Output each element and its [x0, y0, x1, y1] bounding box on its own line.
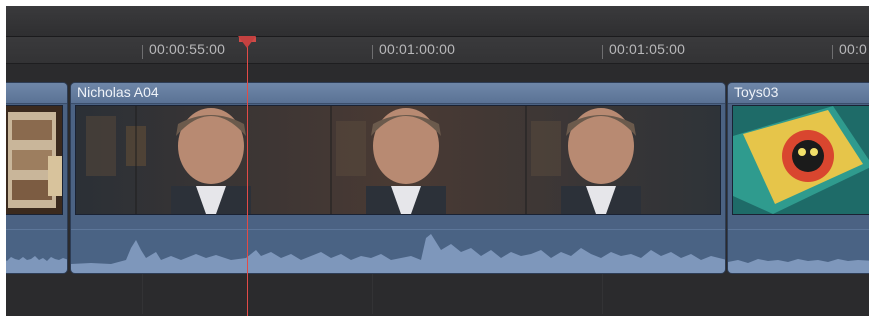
time-ruler[interactable]: 00:00:55:00 00:01:00:00 00:01:05:00 00:0: [6, 37, 869, 64]
clip-toys03[interactable]: Toys03: [727, 82, 869, 274]
ruler-label: 00:01:00:00: [379, 41, 456, 57]
clip-filmstrip: [75, 105, 721, 215]
clip-nicholas-a04[interactable]: Nicholas A04: [70, 82, 726, 274]
clip-previous[interactable]: [6, 82, 68, 274]
ruler-label: 00:00:55:00: [149, 41, 226, 57]
clip-header: Nicholas A04: [71, 83, 725, 104]
ruler-tick: [832, 45, 833, 59]
clip-title: Toys03: [734, 84, 779, 100]
timeline-toolbar: [6, 6, 869, 37]
ruler-tick: [372, 45, 373, 59]
clip-filmstrip: [732, 105, 869, 215]
clip-audio: [71, 229, 725, 273]
clip-audio: [728, 229, 869, 273]
clip-header: [6, 83, 67, 104]
clip-filmstrip: [6, 105, 63, 215]
playhead-line[interactable]: [247, 42, 248, 316]
ruler-label: 00:0: [839, 41, 868, 57]
ruler-tick: [142, 45, 143, 59]
ruler-label: 00:01:05:00: [609, 41, 686, 57]
toy-box-thumbnail: [733, 106, 869, 214]
ruler-tick: [602, 45, 603, 59]
clip-title: Nicholas A04: [77, 84, 159, 100]
timeline-window: 00:00:55:00 00:01:00:00 00:01:05:00 00:0: [6, 6, 869, 316]
audio-waveform: [71, 234, 725, 273]
interview-thumbnails: [76, 106, 720, 214]
bookshelf-thumbnail: [6, 106, 62, 214]
clip-audio: [6, 229, 67, 273]
playhead-marker-icon[interactable]: [238, 36, 256, 48]
clip-header: Toys03: [728, 83, 869, 104]
